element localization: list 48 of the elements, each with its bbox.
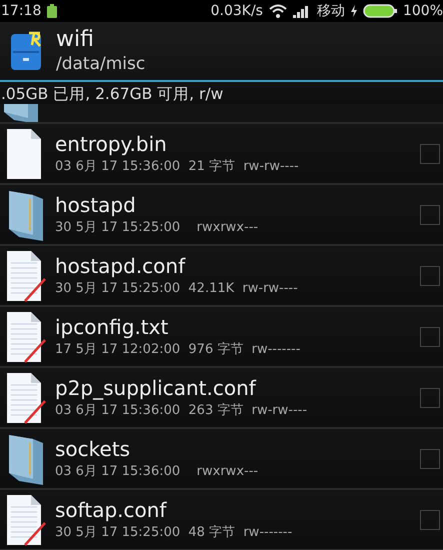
network-speed: 0.03K/s bbox=[210, 3, 263, 19]
folder-title: wifi bbox=[56, 27, 95, 53]
wifi-icon bbox=[268, 4, 287, 18]
file-details: 03 6月 17 15:36:00 rwxrwx--- bbox=[55, 462, 260, 480]
battery-icon bbox=[362, 4, 397, 18]
text-file-icon bbox=[5, 492, 47, 546]
text-file-icon bbox=[5, 248, 47, 302]
file-row[interactable]: p2p_supplicant.conf 03 6月 17 15:36:00 263 字节 rw-rw---- bbox=[0, 368, 443, 429]
checkbox[interactable] bbox=[420, 388, 440, 408]
clock: 17:18 bbox=[1, 3, 42, 19]
file-name: entropy.bin bbox=[55, 130, 168, 156]
checkbox[interactable] bbox=[420, 266, 440, 286]
file-name: sockets bbox=[55, 436, 132, 462]
file-name: hostapd bbox=[55, 192, 137, 218]
folder-icon bbox=[2, 104, 40, 122]
battery-level: 100% bbox=[402, 3, 443, 19]
checkbox[interactable] bbox=[420, 510, 440, 530]
checkbox[interactable] bbox=[420, 204, 440, 224]
file-name: hostapd.conf bbox=[55, 252, 186, 278]
file-row[interactable]: sockets 03 6月 17 15:36:00 rwxrwx--- bbox=[0, 429, 443, 490]
folder-icon bbox=[7, 432, 45, 484]
file-row[interactable]: hostapd 30 5月 17 15:25:00 rwxrwx--- bbox=[0, 185, 443, 246]
text-file-icon bbox=[5, 310, 47, 364]
file-name: softap.conf bbox=[55, 496, 168, 522]
file-name: p2p_supplicant.conf bbox=[55, 374, 258, 400]
battery-saver-icon bbox=[47, 4, 58, 18]
file-details: 03 6月 17 15:36:00 263 字节 rw-rw---- bbox=[55, 402, 308, 420]
folder-path: /data/misc bbox=[56, 53, 146, 75]
file-details: 30 5月 17 15:25:00 48 字节 rw------- bbox=[55, 524, 294, 542]
checkbox[interactable] bbox=[420, 448, 440, 468]
charging-icon bbox=[350, 5, 357, 17]
folder-icon bbox=[7, 188, 45, 240]
file-details: 30 5月 17 15:25:00 42.11K rw-rw---- bbox=[55, 280, 299, 298]
checkbox[interactable] bbox=[420, 326, 440, 346]
file-details: 03 6月 17 15:36:00 21 字节 rw-rw---- bbox=[55, 158, 300, 176]
file-row[interactable]: ipconfig.txt 17 5月 17 12:02:00 976 字节 rw------- bbox=[0, 307, 443, 368]
app-logo-icon bbox=[10, 31, 44, 71]
file-details: 17 5月 17 12:02:00 976 字节 rw------- bbox=[55, 340, 302, 358]
storage-info: .05GB 已用, 2.67GB 可用, r/w bbox=[0, 84, 224, 104]
file-details: 30 5月 17 15:25:00 rwxrwx--- bbox=[55, 218, 260, 236]
signal-icon bbox=[292, 4, 311, 18]
file-name: ipconfig.txt bbox=[55, 314, 170, 340]
file-row[interactable]: softap.conf 30 5月 17 15:25:00 48 字节 rw------- bbox=[0, 490, 443, 550]
text-file-icon bbox=[5, 370, 47, 424]
file-row[interactable]: entropy.bin 03 6月 17 15:36:00 21 字节 rw-rw---- bbox=[0, 124, 443, 185]
file-row[interactable]: hostapd.conf 30 5月 17 15:25:00 42.11K rw-rw---- bbox=[0, 246, 443, 307]
checkbox[interactable] bbox=[420, 144, 440, 164]
carrier-name: 移动 bbox=[316, 2, 345, 20]
